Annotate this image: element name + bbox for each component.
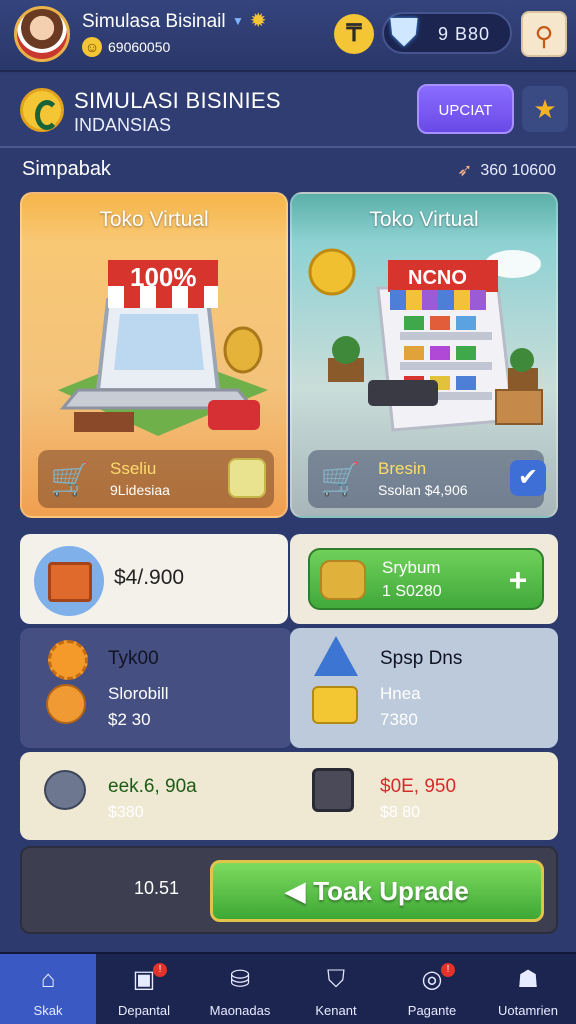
nav-item-target[interactable]: ◎ ! Pagante [384, 954, 480, 1024]
sun-icon [48, 640, 88, 680]
shop-title: Toko Virtual [99, 208, 209, 231]
triangle-icon [314, 636, 358, 676]
gem-icon: ⛊ [389, 12, 419, 54]
shelf-store-illustration: NCNO [308, 248, 543, 432]
nav-item-user[interactable]: ☗ Uotamrien [480, 954, 576, 1024]
upgrade-button[interactable]: UPCIAT [417, 84, 514, 134]
stat-left-name: Tyk00 [108, 648, 159, 669]
username: Simulasa Bisinail [82, 11, 226, 32]
nav-item-shield[interactable]: ⛉ Kenant [288, 954, 384, 1024]
machine-icon [312, 768, 354, 812]
shop-card-left[interactable]: Toko Virtual 100% 🛒 Sseliu 9Lidesiaa [20, 192, 288, 518]
earnings-panel [20, 752, 558, 840]
premium-name: Srybum [382, 558, 441, 577]
game-logo [20, 88, 64, 132]
stat-right-name: Spsp Dns [380, 648, 463, 669]
shield-icon: ⛉ [327, 966, 345, 993]
coin-balance: 69060050 [108, 39, 171, 55]
plus-icon[interactable]: + [506, 562, 530, 598]
upgrade-action-label: Toak Uprade [313, 876, 469, 906]
game-title: SIMULASI BISINIES [74, 88, 281, 113]
upgrade-action-button[interactable]: ◀ Toak Uprade [210, 860, 544, 922]
gem-balance: 9 B80 [437, 24, 490, 44]
earning-right-sub: $8 80 [380, 804, 421, 821]
arrow-icon: ◀ [285, 876, 306, 906]
section-stat: ➶ 360 10600 [457, 160, 556, 181]
chevron-down-icon[interactable]: ▼ [232, 14, 244, 28]
nav-item-bag[interactable]: ⛁ Maonadas [192, 954, 288, 1024]
shop-footer: 🛒 Sseliu 9Lidesiaa [38, 450, 274, 508]
box-icon[interactable] [228, 458, 266, 498]
money-value: $4/.900 [114, 566, 185, 589]
tip-coin-button[interactable]: ₸ [334, 14, 374, 54]
notification-badge: ! [153, 963, 167, 977]
notification-badge: ! [441, 963, 455, 977]
bird-icon [44, 770, 86, 810]
cart-icon: 🛒 [320, 461, 360, 497]
nav-label: Skak [33, 1003, 63, 1018]
search-icon: ⚲ [534, 21, 554, 51]
gem-balance-pill[interactable]: ⛊ 9 B80 [382, 12, 512, 54]
nav-label: Kenant [315, 1003, 357, 1018]
crate-icon [48, 562, 92, 602]
nav-label: Depantal [117, 1003, 171, 1018]
nav-item-monitor[interactable]: ▣ ! Depantal [96, 954, 192, 1024]
shop-title: Toko Virtual [369, 208, 479, 231]
nav-label: Uotamrien [498, 1003, 558, 1018]
section-label: Simpabak [22, 158, 111, 180]
shop-sub: 9Lidesiaa [110, 482, 170, 498]
shop-sign-text: 100% [130, 262, 197, 292]
nav-item-home[interactable]: ⌂ Skak [0, 954, 96, 1024]
shop-name: Sseliu [110, 459, 157, 478]
coin-stack-icon [320, 560, 366, 600]
shop-name: Bresin [378, 459, 427, 478]
user-icon: ☗ [517, 966, 539, 993]
cart-icon: 🛒 [50, 461, 90, 497]
critter-icon [46, 684, 86, 724]
timer-text: 10.51 [134, 878, 180, 898]
nav-label: Maonadas [209, 1003, 271, 1018]
home-icon: ⌂ [40, 966, 56, 993]
bottom-nav: ⌂ Skak ▣ ! Depantal ⛁ Maonadas ⛉ Kenant … [0, 952, 576, 1024]
stat-right-sub: Hnea [380, 684, 421, 703]
smile-coin-icon: ☺ [82, 37, 102, 57]
shop-card-right[interactable]: Toko Virtual NCNO 🛒 Bresin Ssolan $4,906… [290, 192, 558, 518]
stat-left-value: $2 30 [108, 710, 151, 729]
stat-left-sub: Slorobill [108, 684, 169, 703]
gear-icon[interactable]: ✹ [250, 11, 267, 31]
rocket-icon: ➶ [457, 160, 473, 180]
earning-right-value: $0E, 950 [380, 776, 457, 797]
search-button[interactable]: ⚲ [521, 11, 567, 57]
bag-icon: ⛁ [229, 966, 251, 993]
star-icon: ★ [533, 94, 557, 124]
game-subtitle: INDANSIAS [74, 115, 172, 135]
robot-cart-icon [312, 686, 358, 724]
nav-label: Pagante [407, 1003, 457, 1018]
premium-button[interactable]: Srybum 1 S0280 + [308, 548, 544, 610]
shop-footer: 🛒 Bresin Ssolan $4,906 ✔ [308, 450, 546, 508]
earning-left-value: eek.6, 90a [108, 776, 197, 797]
avatar[interactable] [14, 6, 70, 62]
section-stat-value: 360 10600 [480, 161, 556, 179]
check-icon[interactable]: ✔ [510, 460, 546, 496]
shop-sign-text: NCNO [408, 267, 467, 289]
laptop-store-illustration: 100% [58, 260, 268, 436]
top-bar: Simulasa Bisinail ▼ ✹ ☺ 69060050 ₸ ⛊ 9 B… [0, 0, 576, 72]
earning-left-sub: $380 [108, 804, 144, 821]
shop-sub: Ssolan $4,906 [378, 482, 468, 498]
premium-value: 1 S0280 [382, 583, 442, 600]
favorite-button[interactable]: ★ [522, 86, 568, 132]
stat-right-value: 7380 [380, 710, 418, 729]
